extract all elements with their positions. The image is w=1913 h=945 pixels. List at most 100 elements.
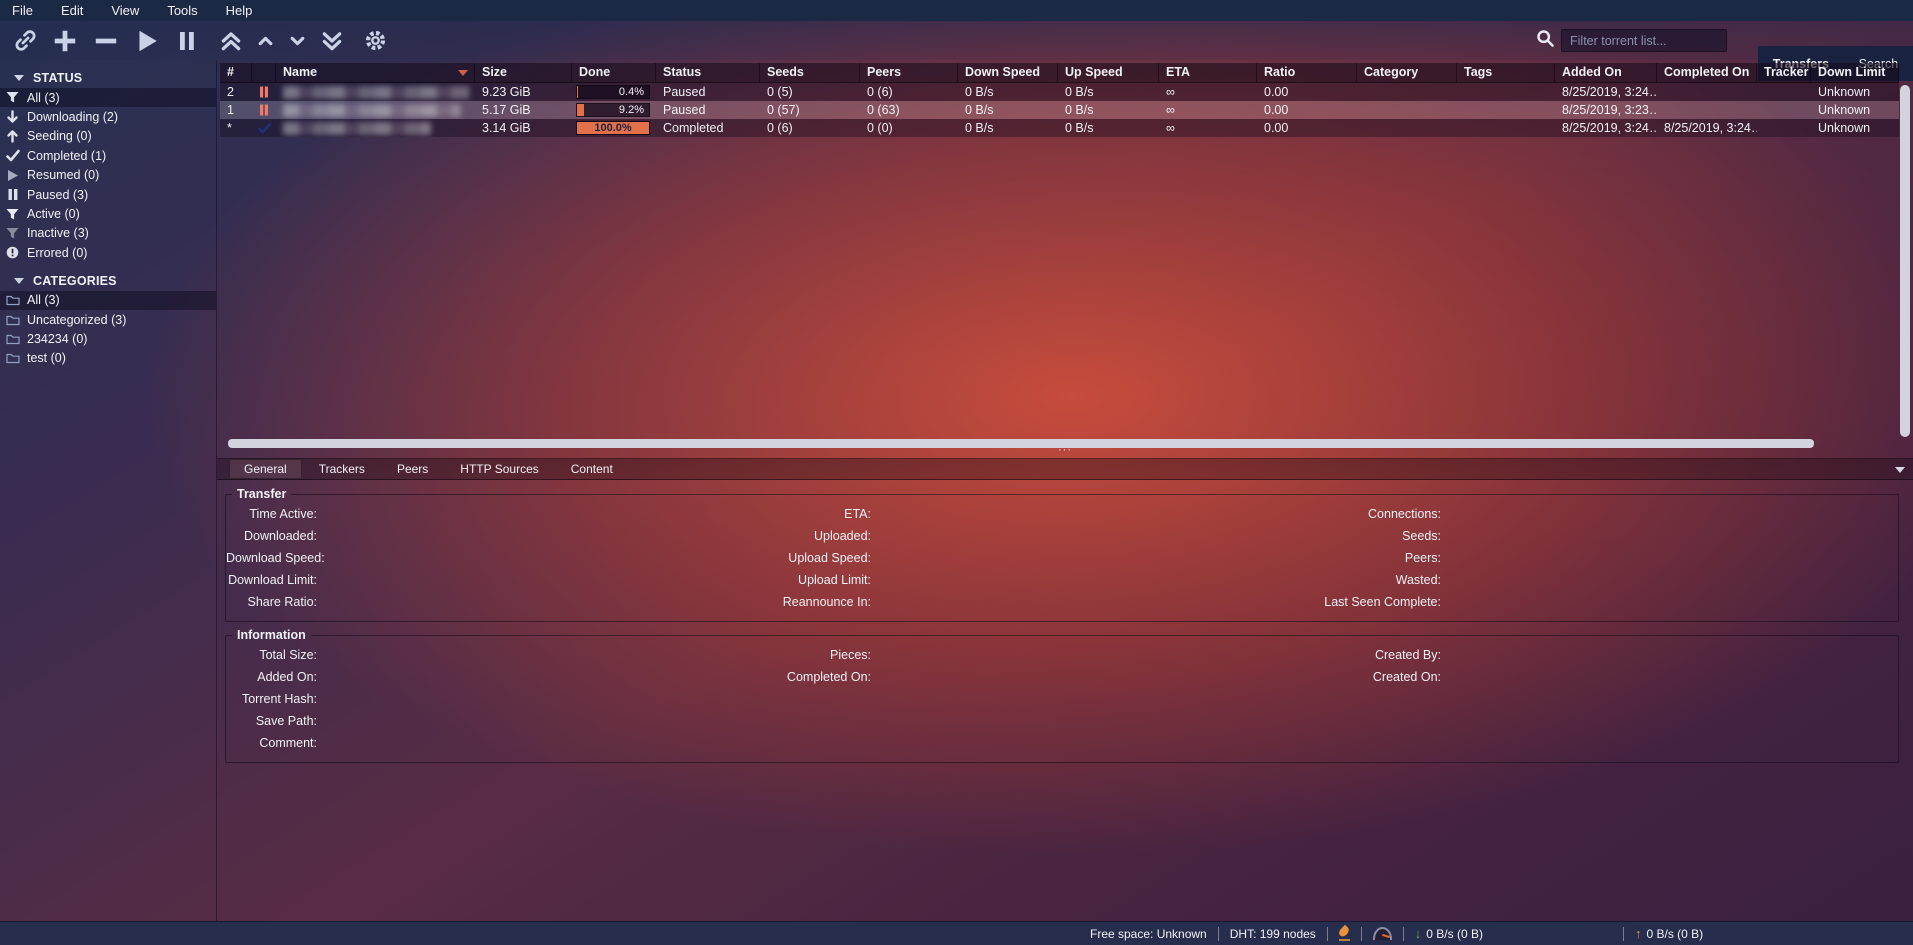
cell-down-limit: Unknown [1811,119,1899,137]
cell-eta: ∞ [1159,119,1257,137]
col-down-speed[interactable]: Down Speed [958,63,1058,82]
tab-general[interactable]: General [229,459,302,479]
sidebar-category-test[interactable]: test (0) [0,349,216,368]
connections-label: Connections: [1301,507,1441,521]
information-row: Comment: [226,732,1898,754]
pause-icon[interactable] [174,28,200,54]
cell-tags [1457,119,1555,137]
col-num[interactable]: # [220,63,252,82]
col-state[interactable] [252,63,276,82]
cell-added-on: 8/25/2019, 3:24… [1555,83,1657,101]
redacted-name [283,122,431,135]
cell-peers: 0 (0) [860,119,958,137]
col-completed-on[interactable]: Completed On [1657,63,1757,82]
col-category[interactable]: Category [1357,63,1457,82]
menu-help[interactable]: Help [212,3,267,18]
vertical-scrollbar[interactable] [1900,85,1910,437]
sidebar-category-234234[interactable]: 234234 (0) [0,329,216,348]
move-top-icon[interactable] [219,29,243,53]
general-properties-panel: Transfer Time Active: ETA: Connections: … [217,481,1913,921]
add-torrent-icon[interactable] [51,27,79,55]
cell-down-speed: 0 B/s [958,101,1058,119]
move-bottom-icon[interactable] [320,29,344,53]
col-seeds[interactable]: Seeds [760,63,860,82]
sidebar-status-downloading[interactable]: Downloading (2) [0,107,216,126]
error-icon [5,246,20,260]
col-up-speed[interactable]: Up Speed [1058,63,1159,82]
sidebar-item-label: Resumed (0) [27,168,99,182]
sidebar-item-label: 234234 (0) [27,332,87,346]
col-size[interactable]: Size [475,63,572,82]
tab-http-sources[interactable]: HTTP Sources [445,459,553,479]
wasted-label: Wasted: [1301,573,1441,587]
torrent-hash-label: Torrent Hash: [226,692,317,706]
menu-tools[interactable]: Tools [153,3,211,18]
cell-up-speed: 0 B/s [1058,83,1159,101]
torrent-row[interactable]: 2 9.23 GiB 0.4% Paused 0 (5) 0 (6) 0 B/s… [220,83,1899,101]
sidebar-categories-header[interactable]: CATEGORIES [0,271,216,291]
resume-icon[interactable] [133,27,161,55]
separator [1623,927,1624,941]
cell-tracker [1757,101,1811,119]
status-header-label: STATUS [33,71,82,85]
col-name[interactable]: Name [276,63,475,82]
sidebar-status-errored[interactable]: Errored (0) [0,243,216,262]
menu-edit[interactable]: Edit [47,3,97,18]
menu-view[interactable]: View [97,3,153,18]
alt-speed-limits-icon[interactable] [1373,927,1392,940]
col-peers[interactable]: Peers [860,63,958,82]
search-icon [1536,29,1555,53]
col-status[interactable]: Status [656,63,760,82]
remove-torrent-icon[interactable] [92,27,120,55]
redacted-name [283,86,469,99]
created-by-label: Created By: [1301,648,1441,662]
cell-seeds: 0 (5) [760,83,860,101]
col-tracker[interactable]: Tracker [1757,63,1811,82]
sidebar-category-uncategorized[interactable]: Uncategorized (3) [0,310,216,329]
uploaded-label: Uploaded: [747,529,871,543]
sidebar-status-paused[interactable]: Paused (3) [0,185,216,204]
settings-gear-icon[interactable] [363,28,388,53]
tab-trackers[interactable]: Trackers [304,459,380,479]
filter-muted-icon [5,226,20,240]
menu-file[interactable]: File [0,3,47,18]
sidebar-status-active[interactable]: Active (0) [0,204,216,223]
sidebar-status-inactive[interactable]: Inactive (3) [0,224,216,243]
sidebar-status-all[interactable]: All (3) [0,88,216,107]
connection-status-icon[interactable] [1339,926,1350,941]
move-down-icon[interactable] [288,31,307,50]
cell-done: 0.4% [572,83,656,101]
torrent-row[interactable]: 1 5.17 GiB 9.2% Paused 0 (57) 0 (63) 0 B… [220,101,1899,119]
sidebar-status-seeding[interactable]: Seeding (0) [0,127,216,146]
sidebar-item-label: All (3) [27,293,60,307]
tab-content[interactable]: Content [556,459,628,479]
filter-torrent-input[interactable] [1561,29,1727,52]
torrent-row[interactable]: * 3.14 GiB 100.0% Completed 0 (6) 0 (0) … [220,119,1899,137]
sidebar-status-header[interactable]: STATUS [0,68,216,88]
information-legend: Information [232,628,311,642]
cell-down-speed: 0 B/s [958,83,1058,101]
col-tags[interactable]: Tags [1457,63,1555,82]
upload-speed-status[interactable]: ↑ 0 B/s (0 B) [1635,926,1703,941]
cell-size: 9.23 GiB [475,83,572,101]
col-added-on[interactable]: Added On [1555,63,1657,82]
link-icon[interactable] [13,28,38,53]
pause-icon [5,188,20,202]
detail-tabs: General Trackers Peers HTTP Sources Cont… [217,458,1913,480]
torrent-table: # Name Size Done Status Seeds Peers Down… [220,63,1899,137]
col-down-limit[interactable]: Down Limit [1811,63,1899,82]
col-ratio[interactable]: Ratio [1257,63,1357,82]
sidebar-category-all[interactable]: All (3) [0,291,216,310]
col-done[interactable]: Done [572,63,656,82]
download-speed-status[interactable]: ↓ 0 B/s (0 B) [1415,926,1483,941]
panel-splitter-handle[interactable]: ··· [217,446,1913,456]
col-eta[interactable]: ETA [1159,63,1257,82]
tab-peers[interactable]: Peers [382,459,443,479]
sidebar-status-resumed[interactable]: Resumed (0) [0,166,216,185]
filter-area [1536,28,1727,53]
cell-added-on: 8/25/2019, 3:23… [1555,101,1657,119]
sidebar-status-completed[interactable]: Completed (1) [0,146,216,165]
last-seen-complete-label: Last Seen Complete: [1301,595,1441,609]
move-up-icon[interactable] [256,31,275,50]
chevron-down-icon[interactable] [1895,467,1905,473]
